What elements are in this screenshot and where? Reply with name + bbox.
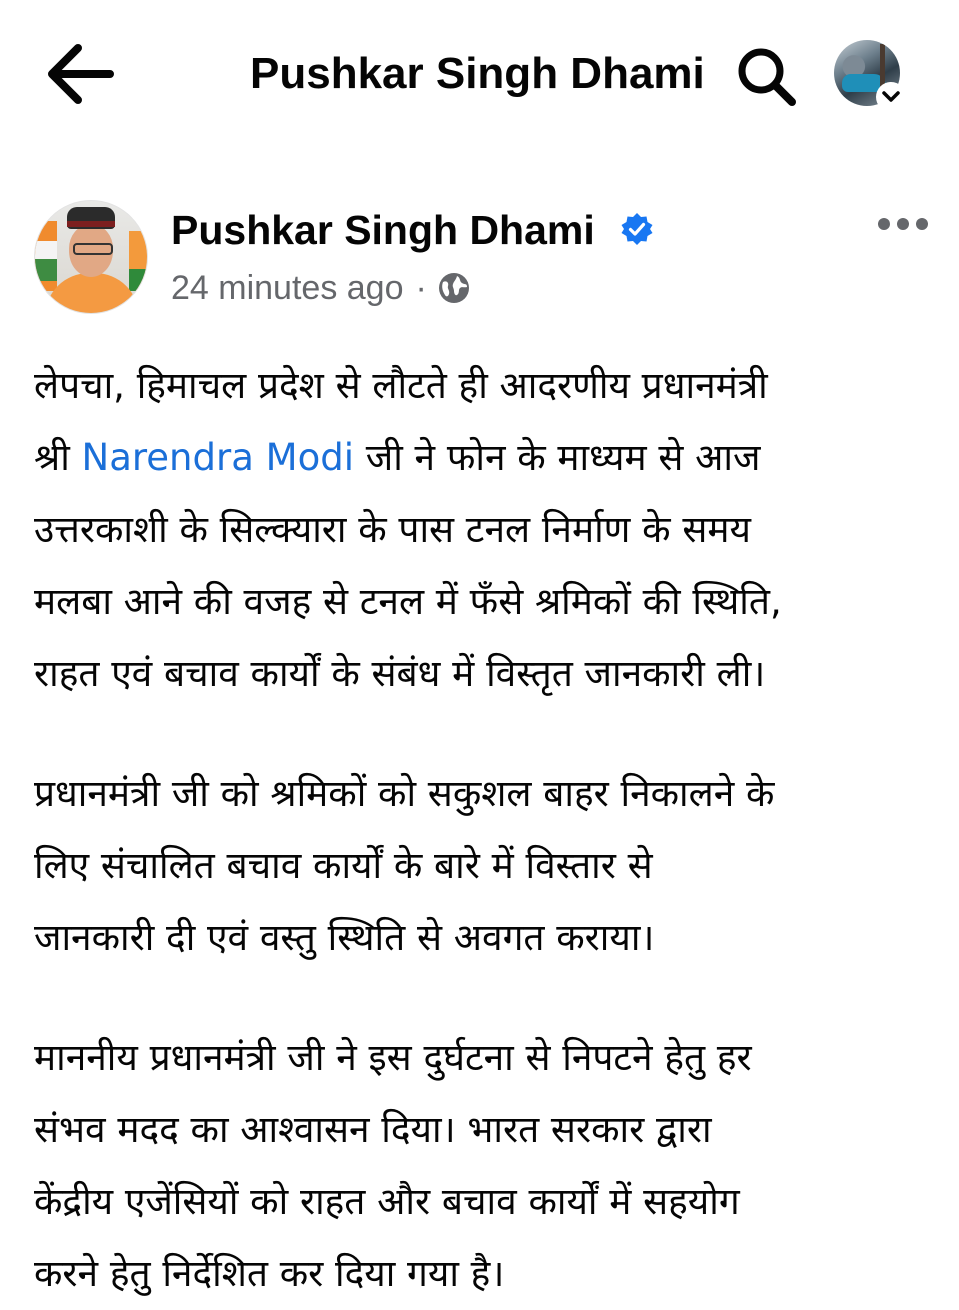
search-icon (738, 48, 796, 106)
back-button[interactable] (40, 38, 120, 110)
chevron-down-icon (882, 91, 900, 102)
post-meta: 24 minutes ago · (171, 266, 471, 310)
post-text: लेपचा, हिमाचल प्रदेश से लौटते ही आदरणीय … (34, 350, 934, 1310)
verified-badge-icon (621, 213, 653, 245)
post-paragraph: प्रधानमंत्री जी को श्रमिकों को सकुशल बाह… (34, 772, 775, 959)
search-button[interactable] (734, 44, 800, 110)
post-header: Pushkar Singh Dhami 24 minutes ago · (0, 190, 959, 320)
meta-separator: · (415, 268, 427, 307)
more-horizontal-icon (878, 218, 928, 230)
post-paragraph: लेपचा, हिमाचल प्रदेश से लौटते ही आदरणीय … (34, 350, 934, 710)
mention-link[interactable]: Narendra Modi (82, 436, 354, 479)
post-options-button[interactable] (870, 204, 936, 244)
post-paragraph: माननीय प्रधानमंत्री जी ने इस दुर्घटना से… (34, 1036, 752, 1295)
chevron-badge (876, 82, 906, 112)
top-app-bar: Pushkar Singh Dhami (0, 0, 959, 150)
page-title: Pushkar Singh Dhami (250, 49, 705, 98)
globe-icon (438, 273, 469, 303)
arrow-left-icon (48, 44, 114, 104)
profile-switcher-button[interactable] (832, 38, 908, 114)
author-avatar[interactable] (34, 200, 148, 314)
author-name[interactable]: Pushkar Singh Dhami (171, 204, 595, 256)
post-timestamp[interactable]: 24 minutes ago (171, 269, 404, 308)
